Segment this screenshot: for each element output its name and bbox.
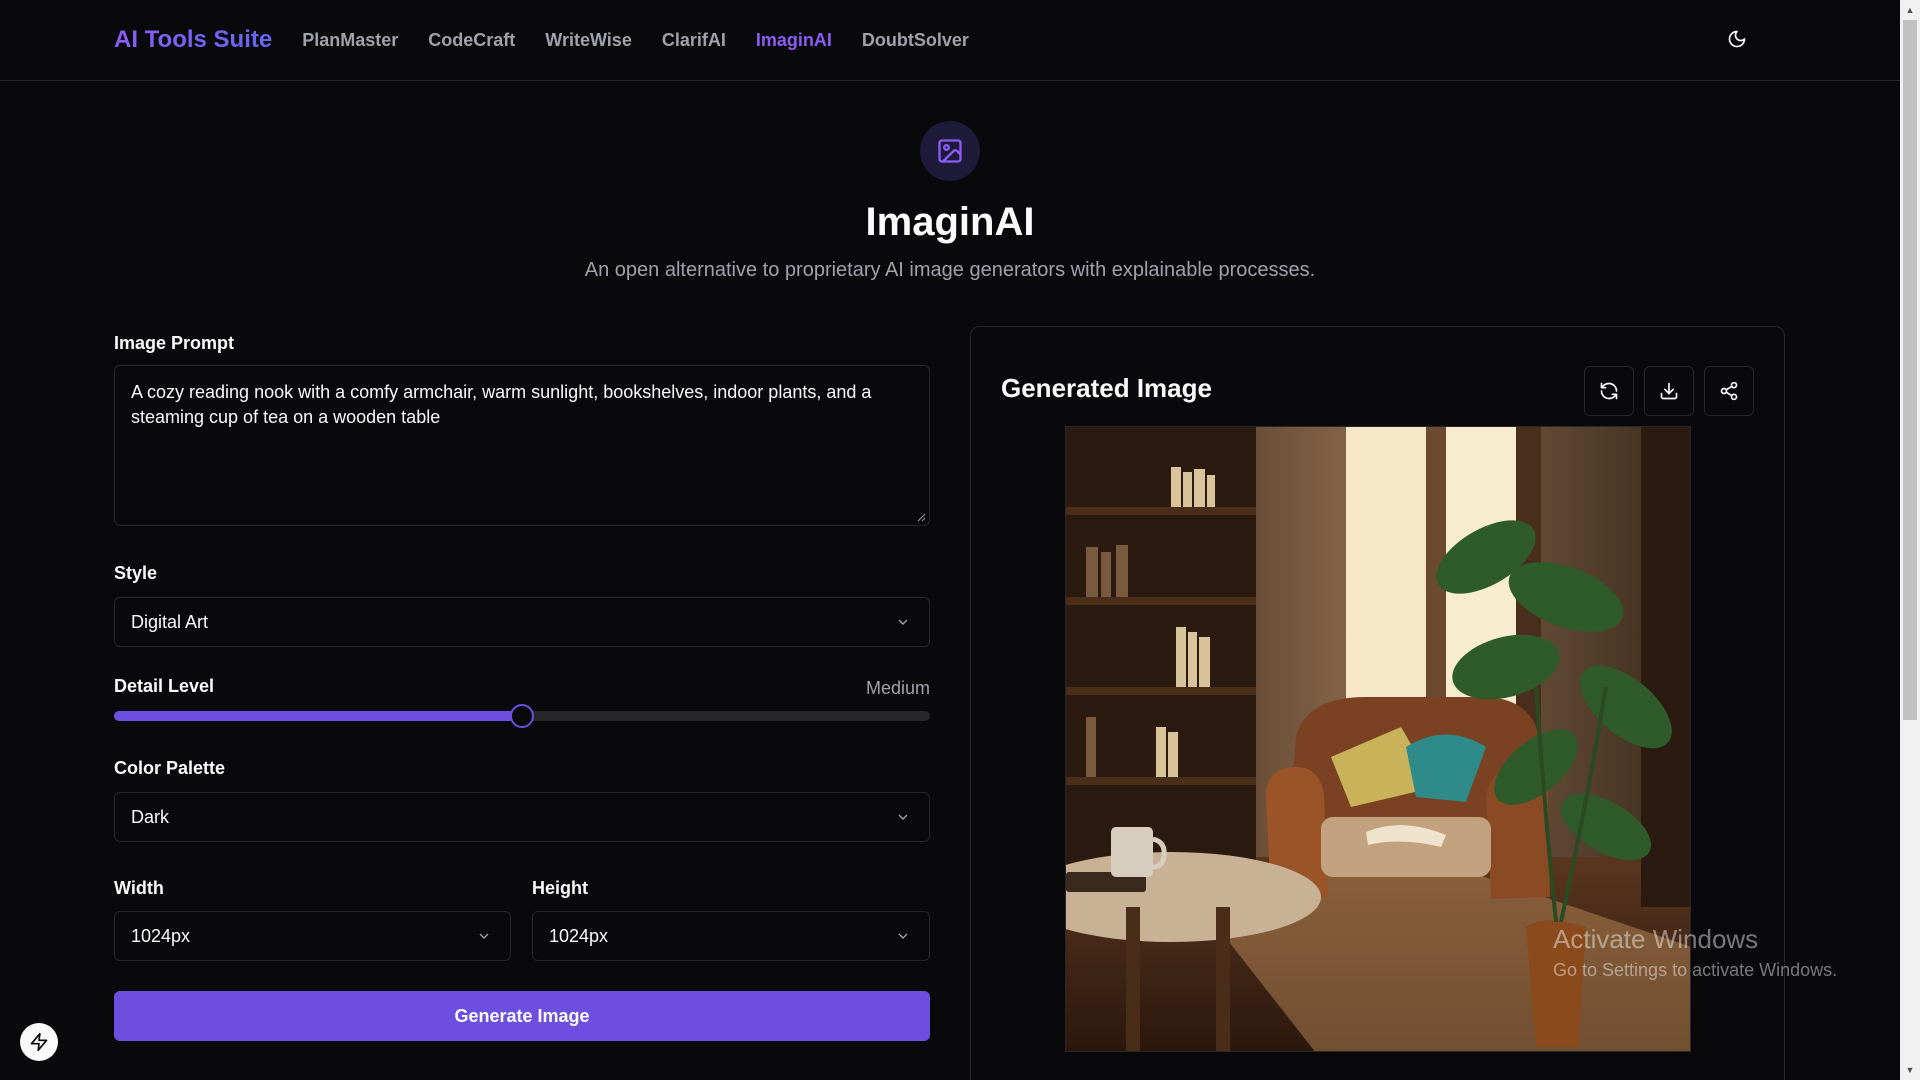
prompt-text: A cozy reading nook with a comfy armchai…: [131, 382, 872, 427]
color-palette-value: Dark: [131, 806, 170, 827]
nav-item-planmaster[interactable]: PlanMaster: [302, 30, 398, 51]
width-select-value: 1024px: [131, 925, 191, 946]
theme-toggle-button[interactable]: [1726, 28, 1748, 50]
activate-windows-subtitle: Go to Settings to activate Windows.: [1553, 960, 1838, 980]
share-button[interactable]: [1704, 366, 1754, 416]
height-label: Height: [532, 878, 588, 898]
page-subtitle: An open alternative to proprietary AI im…: [584, 259, 1316, 281]
color-palette-label: Color Palette: [114, 758, 226, 778]
nav-item-clarifai[interactable]: ClarifAI: [662, 30, 726, 51]
main-nav: PlanMaster CodeCraft WriteWise ClarifAI …: [302, 30, 969, 51]
chevron-down-icon: [479, 933, 489, 939]
chevron-down-icon: [898, 619, 908, 625]
style-select-value: Digital Art: [131, 611, 209, 632]
brand-logo[interactable]: AI Tools Suite: [114, 26, 272, 54]
scroll-up-icon[interactable]: ▲: [1900, 0, 1920, 20]
top-navbar: AI Tools Suite PlanMaster CodeCraft Writ…: [0, 0, 1900, 81]
prompt-label: Image Prompt: [114, 333, 235, 353]
hero-badge: [920, 121, 980, 181]
moon-icon: [1728, 30, 1746, 48]
nav-item-writewise[interactable]: WriteWise: [545, 30, 632, 51]
resize-grip-icon[interactable]: [916, 512, 926, 522]
generated-image[interactable]: [1065, 426, 1691, 1052]
nav-item-codecraft[interactable]: CodeCraft: [428, 30, 515, 51]
nav-item-doubtsolver[interactable]: DoubtSolver: [862, 30, 969, 51]
quick-action-button[interactable]: [20, 1023, 58, 1061]
download-icon: [1660, 382, 1678, 400]
activate-windows-title: Activate Windows: [1553, 924, 1759, 954]
slider-fill: [114, 711, 522, 721]
chevron-down-icon: [898, 933, 908, 939]
chevron-down-icon: [898, 814, 908, 820]
prompt-textarea[interactable]: A cozy reading nook with a comfy armchai…: [114, 365, 930, 526]
generate-image-button[interactable]: Generate Image: [114, 991, 930, 1041]
nav-item-imaginai[interactable]: ImaginAI: [756, 30, 832, 51]
detail-level-value: Medium: [865, 678, 930, 698]
style-label: Style: [114, 563, 158, 583]
color-palette-select[interactable]: Dark: [114, 792, 930, 842]
scroll-down-icon[interactable]: ▼: [1900, 1060, 1920, 1080]
detail-level-slider[interactable]: [114, 704, 930, 728]
style-select[interactable]: Digital Art: [114, 597, 930, 647]
height-select-value: 1024px: [549, 925, 609, 946]
generated-image-title: Generated Image: [1001, 373, 1212, 403]
height-select[interactable]: 1024px: [532, 911, 930, 961]
width-select[interactable]: 1024px: [114, 911, 511, 961]
refresh-icon: [1600, 382, 1618, 400]
page-scrollbar[interactable]: ▲ ▼: [1900, 0, 1920, 1080]
scrollbar-thumb[interactable]: [1903, 20, 1917, 720]
regenerate-button[interactable]: [1584, 366, 1634, 416]
zap-off-icon: [30, 1032, 48, 1052]
download-button[interactable]: [1644, 366, 1694, 416]
image-icon: [938, 139, 962, 163]
reading-nook-illustration: [1066, 427, 1690, 1051]
slider-thumb[interactable]: [510, 704, 534, 728]
detail-level-label: Detail Level: [114, 676, 215, 696]
width-label: Width: [114, 878, 164, 898]
share-icon: [1720, 381, 1738, 401]
page-title: ImaginAI: [865, 200, 1035, 244]
